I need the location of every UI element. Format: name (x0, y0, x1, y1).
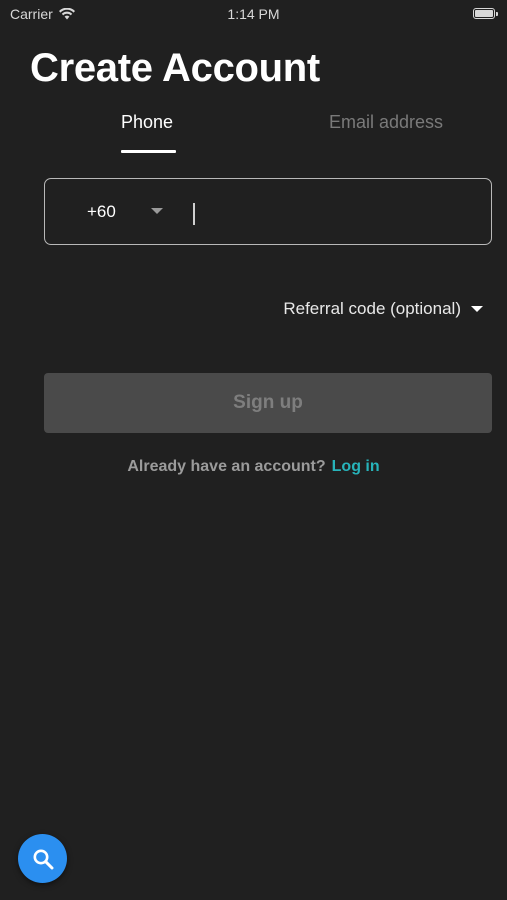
login-prompt-text: Already have an account? (127, 458, 326, 475)
text-cursor (193, 203, 195, 225)
chevron-down-icon (471, 306, 483, 312)
login-prompt: Already have an account? Log in (0, 458, 507, 476)
referral-code-label: Referral code (optional) (283, 299, 461, 318)
active-tab-indicator (121, 150, 176, 153)
sign-up-button[interactable]: Sign up (44, 373, 492, 433)
tab-phone[interactable]: Phone (121, 112, 173, 133)
status-bar: Carrier 1:14 PM (0, 0, 507, 28)
referral-code-toggle[interactable]: Referral code (optional) (283, 299, 483, 319)
search-fab-button[interactable] (18, 834, 67, 883)
country-code-selector[interactable]: +60 (87, 202, 116, 222)
status-time: 1:14 PM (227, 6, 280, 22)
chevron-down-icon[interactable] (151, 208, 163, 214)
create-account-screen: Carrier 1:14 PM Create Account Phone Ema… (0, 0, 507, 900)
phone-number-input[interactable] (191, 193, 489, 229)
search-icon (32, 848, 54, 870)
battery-level (475, 10, 493, 17)
log-in-link[interactable]: Log in (332, 458, 380, 475)
battery-icon (473, 8, 498, 19)
phone-field: +60 (44, 178, 492, 245)
signup-method-tabs: Phone Email address (0, 112, 507, 156)
tab-email-address[interactable]: Email address (329, 112, 443, 133)
page-title: Create Account (30, 46, 320, 90)
